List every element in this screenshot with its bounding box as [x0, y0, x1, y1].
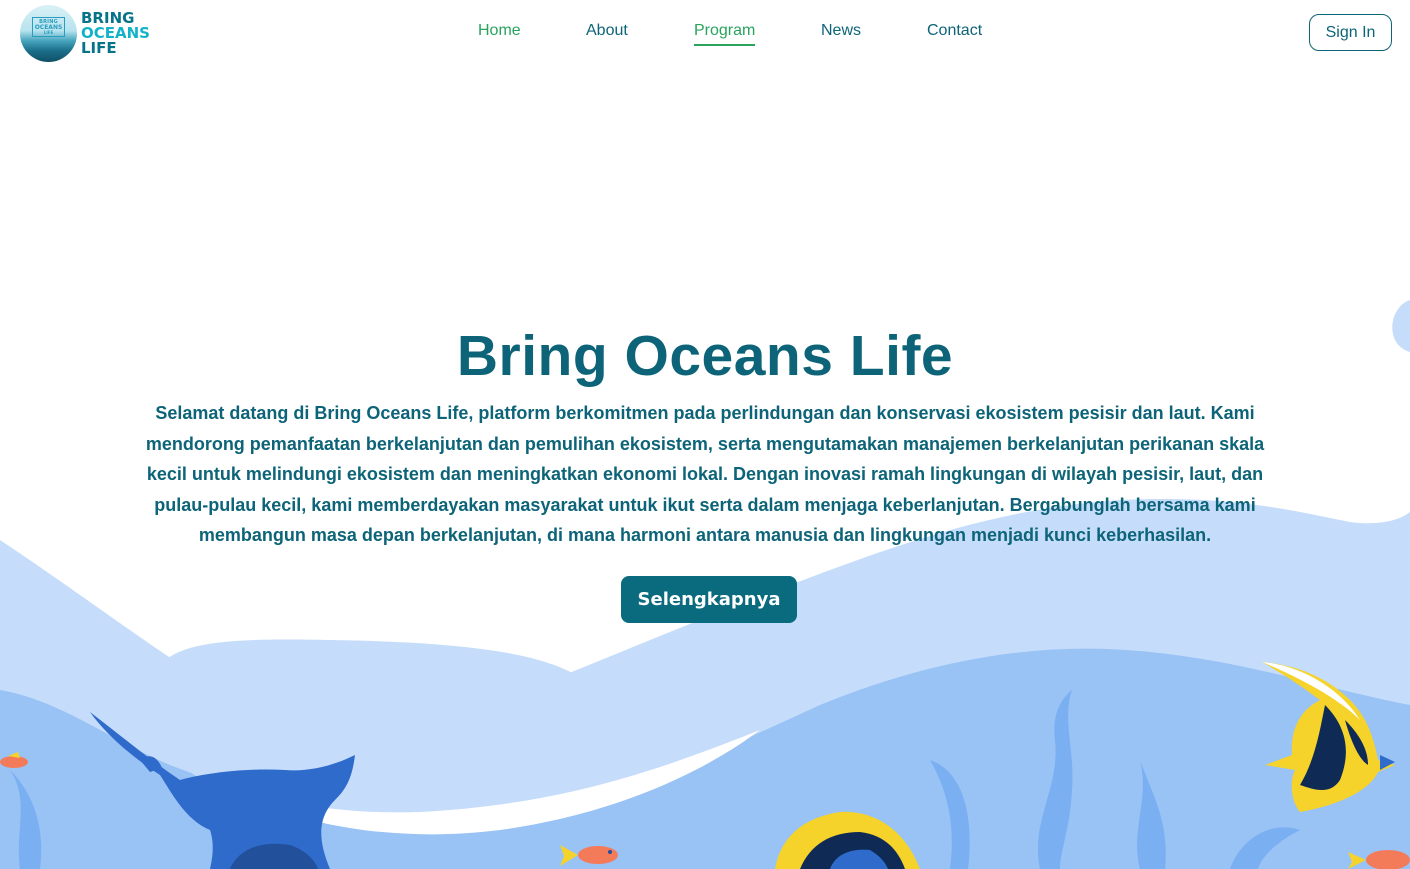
hero-title: Bring Oceans Life: [456, 324, 954, 388]
learn-more-button[interactable]: Selengkapnya: [621, 576, 797, 623]
nav-item-about[interactable]: About: [586, 22, 628, 40]
small-pebble: [631, 642, 763, 724]
site-header: BRING OCEANS LIFE BRING OCEANS LIFE Home…: [0, 0, 1410, 66]
main-nav: Home About Program News Contact: [0, 22, 1410, 52]
nav-item-contact[interactable]: Contact: [927, 22, 982, 40]
hero-section: Bring Oceans Life Selamat datang di Brin…: [0, 320, 1410, 623]
nav-item-home[interactable]: Home: [478, 22, 521, 40]
hero-description: Selamat datang di Bring Oceans Life, pla…: [145, 403, 1265, 546]
active-nav-underline: [694, 44, 756, 46]
nav-item-news[interactable]: News: [821, 22, 861, 40]
nav-item-program-label: Program: [694, 22, 756, 39]
sign-in-button[interactable]: Sign In: [1309, 14, 1392, 51]
nav-item-program[interactable]: Program: [694, 22, 756, 46]
